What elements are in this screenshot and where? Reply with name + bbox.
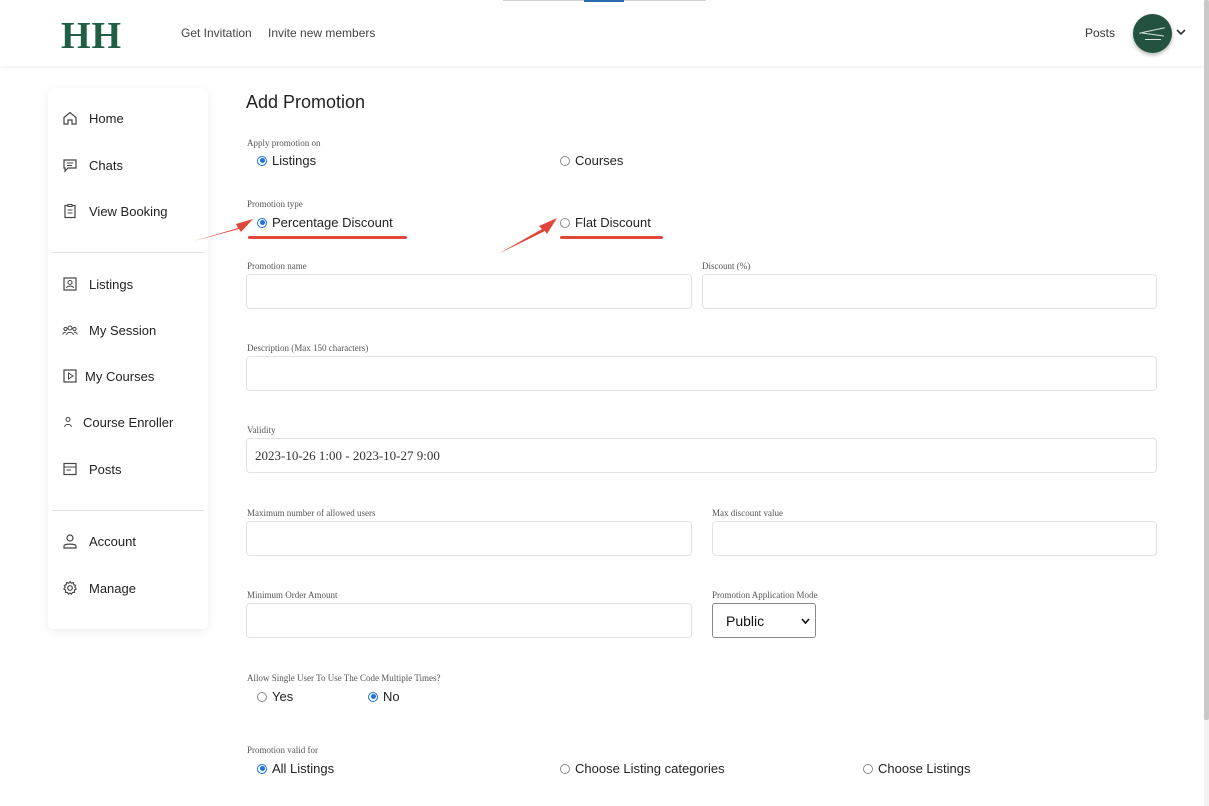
radio-label: Choose Listing categories [575, 761, 725, 776]
radio-label: Choose Listings [878, 761, 971, 776]
multi-use-label: Allow Single User To Use The Code Multip… [247, 673, 441, 683]
gear-icon [62, 580, 78, 596]
booking-icon [64, 204, 76, 219]
user-avatar[interactable] [1133, 14, 1172, 53]
sidebar-divider [52, 510, 204, 511]
select-value: Public [726, 612, 765, 629]
sidebar-item-posts[interactable]: Posts [62, 461, 122, 477]
radio-circle[interactable] [560, 763, 570, 774]
radio-circle[interactable] [257, 763, 267, 774]
radio-apply-listings[interactable]: Listings [257, 153, 316, 168]
radio-label: Percentage Discount [272, 215, 393, 230]
max-users-label: Maximum number of allowed users [247, 508, 376, 518]
play-icon [63, 369, 77, 383]
sidebar-item-my-session[interactable]: My Session [62, 322, 156, 338]
group-icon [62, 325, 78, 336]
description-label: Description (Max 150 characters) [247, 343, 369, 353]
sidebar-item-account[interactable]: Account [62, 533, 136, 549]
promotion-type-label: Promotion type [247, 199, 303, 209]
radio-percentage-discount[interactable]: Percentage Discount [257, 215, 393, 230]
page-scrollbar[interactable] [1204, 0, 1209, 806]
application-mode-label: Promotion Application Mode [712, 590, 818, 600]
person-icon [64, 417, 72, 428]
radio-circle[interactable] [863, 763, 873, 774]
application-mode-select[interactable]: Public [712, 603, 816, 638]
radio-apply-courses[interactable]: Courses [560, 153, 623, 168]
sidebar-item-label: My Session [89, 322, 157, 338]
account-icon [63, 534, 77, 549]
apply-on-label: Apply promotion on [247, 138, 321, 148]
radio-circle[interactable] [368, 691, 378, 702]
scrollbar-thumb[interactable] [1204, 0, 1209, 720]
radio-circle[interactable] [560, 155, 570, 166]
radio-choose-listing-categories[interactable]: Choose Listing categories [560, 761, 725, 776]
home-icon [63, 111, 77, 125]
sidebar-item-course-enroller[interactable]: Course Enroller [62, 414, 173, 430]
sidebar-item-listings[interactable]: Listings [62, 276, 133, 292]
radio-multi-use-no[interactable]: No [368, 689, 400, 704]
top-navbar: HH Get Invitation Invite new members Pos… [0, 0, 1204, 66]
max-users-input[interactable] [246, 521, 692, 556]
description-input[interactable] [246, 356, 1157, 391]
sidebar-item-label: Manage [89, 580, 136, 596]
tab-active-indicator [584, 0, 624, 2]
radio-flat-discount[interactable]: Flat Discount [560, 215, 651, 230]
sidebar-item-label: Course Enroller [83, 414, 174, 430]
sidebar-item-home[interactable]: Home [62, 110, 124, 126]
radio-label: Listings [272, 153, 317, 168]
radio-circle[interactable] [257, 691, 267, 702]
sidebar-divider [52, 252, 204, 253]
radio-all-listings[interactable]: All Listings [257, 761, 334, 776]
radio-label: Courses [575, 153, 624, 168]
max-discount-label: Max discount value [712, 508, 783, 518]
discount-label: Discount (%) [702, 261, 751, 271]
validity-input[interactable]: 2023-10-26 1:00 - 2023-10-27 9:00 [246, 438, 1157, 473]
radio-multi-use-yes[interactable]: Yes [257, 689, 293, 704]
sidebar-item-chats[interactable]: Chats [62, 157, 123, 173]
annotation-underline [248, 236, 407, 239]
radio-label: All Listings [272, 761, 335, 776]
valid-for-label: Promotion valid for [247, 745, 318, 755]
sidebar-item-label: Home [89, 110, 124, 126]
radio-label: No [383, 689, 400, 704]
radio-circle[interactable] [560, 217, 570, 228]
validity-label: Validity [247, 425, 276, 435]
site-logo[interactable]: HH [61, 14, 122, 58]
max-discount-input[interactable] [712, 521, 1157, 556]
min-order-label: Minimum Order Amount [247, 590, 338, 600]
promotion-name-label: Promotion name [247, 261, 307, 271]
min-order-input[interactable] [246, 603, 692, 638]
radio-circle[interactable] [257, 155, 267, 166]
radio-choose-listings[interactable]: Choose Listings [863, 761, 971, 776]
chevron-down-icon[interactable] [1175, 26, 1187, 38]
sidebar-item-label: Posts [89, 461, 122, 477]
chevron-down-icon [801, 618, 810, 625]
listing-icon [63, 277, 77, 291]
arrow-right [498, 218, 557, 254]
nav-posts[interactable]: Posts [1085, 26, 1115, 40]
chat-icon [63, 159, 77, 173]
posts-icon [63, 462, 77, 476]
radio-label: Yes [272, 689, 294, 704]
sidebar-item-label: Listings [89, 276, 134, 292]
discount-input[interactable] [702, 274, 1157, 309]
radio-circle[interactable] [257, 217, 267, 228]
sidebar-item-label: Account [89, 533, 136, 549]
nav-get-invitation[interactable]: Get Invitation [181, 26, 252, 40]
sidebar: Home Chats View Booking Listings My Sess… [48, 88, 208, 629]
promotion-name-input[interactable] [246, 274, 692, 309]
radio-label: Flat Discount [575, 215, 651, 230]
sidebar-item-view-booking[interactable]: View Booking [62, 203, 168, 219]
sidebar-item-label: My Courses [85, 368, 155, 384]
sidebar-item-manage[interactable]: Manage [62, 580, 136, 596]
sidebar-item-label: View Booking [89, 203, 168, 219]
annotation-underline [560, 236, 663, 239]
nav-invite-members[interactable]: Invite new members [268, 26, 375, 40]
sidebar-item-my-courses[interactable]: My Courses [62, 368, 154, 384]
page-title: Add Promotion [246, 92, 366, 112]
sidebar-item-label: Chats [89, 157, 123, 173]
